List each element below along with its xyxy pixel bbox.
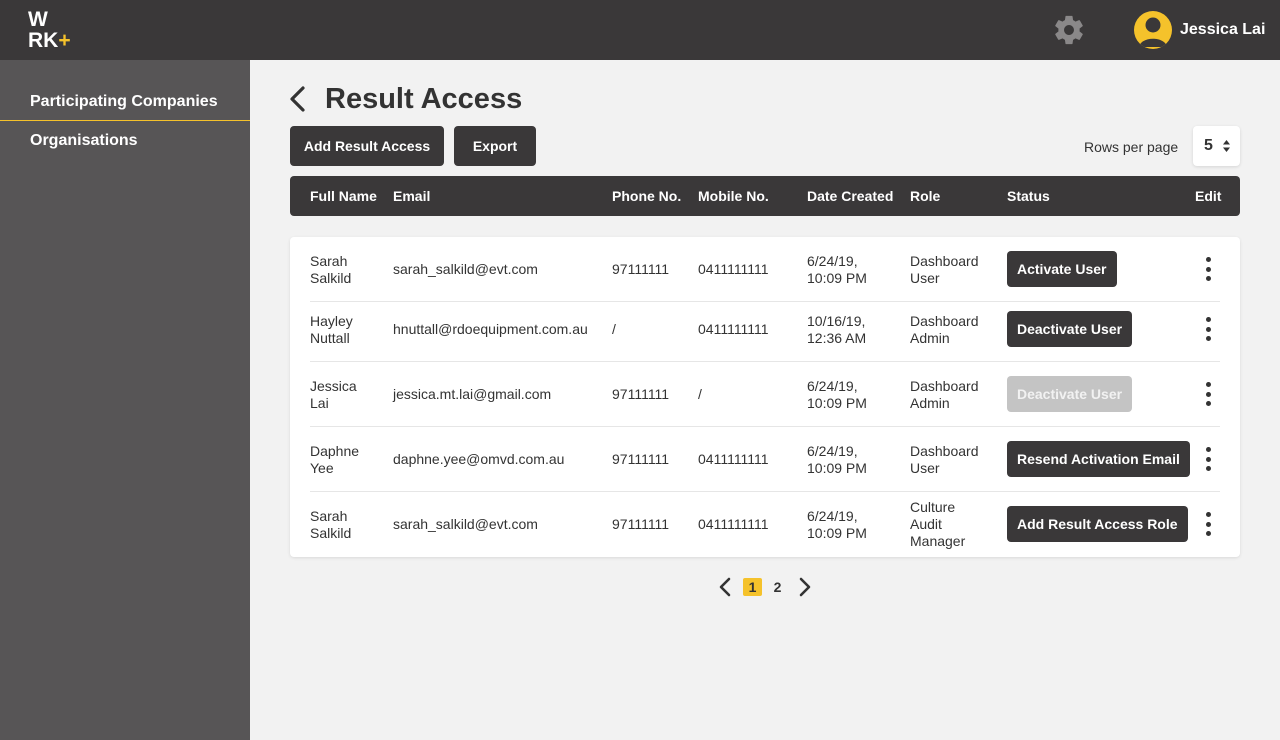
column-header-edit: Edit bbox=[1195, 188, 1222, 204]
logo-text-line1: W bbox=[28, 8, 48, 31]
cell-email: daphne.yee@omvd.com.au bbox=[393, 451, 565, 467]
column-header-mobile[interactable]: Mobile No. bbox=[698, 176, 769, 216]
rows-per-page-value: 5 bbox=[1204, 137, 1213, 154]
rows-per-page-label: Rows per page bbox=[1084, 139, 1179, 155]
more-options-icon[interactable] bbox=[1198, 254, 1218, 284]
cell-full-name: Daphne Yee bbox=[310, 442, 360, 476]
logo-text-line2: RK+ bbox=[28, 30, 71, 51]
cell-phone: / bbox=[612, 321, 616, 337]
table-header: Full Name Email Phone No. Mobile No. Dat… bbox=[290, 176, 1240, 216]
column-header-full-name[interactable]: Full Name bbox=[310, 176, 377, 216]
more-options-icon[interactable] bbox=[1198, 509, 1218, 539]
rows-per-page-select[interactable]: 5 bbox=[1193, 126, 1240, 166]
column-header-status[interactable]: Status bbox=[1007, 176, 1050, 216]
more-options-icon[interactable] bbox=[1198, 314, 1218, 344]
table-row: Sarah Salkild sarah_salkild@evt.com 97111… bbox=[290, 237, 1240, 302]
sidebar-item-label: Participating Companies bbox=[30, 93, 218, 110]
sidebar-item-participating-companies[interactable]: Participating Companies bbox=[0, 82, 250, 122]
cell-full-name: Sarah Salkild bbox=[310, 507, 352, 541]
deactivate-user-button[interactable]: Deactivate User bbox=[1007, 311, 1133, 347]
cell-email: sarah_salkild@evt.com bbox=[393, 516, 538, 532]
cell-phone: 97111111 bbox=[612, 261, 670, 277]
user-name: Jessica Lai bbox=[1180, 21, 1266, 38]
logo-text-rk: RK bbox=[28, 29, 59, 52]
add-result-access-role-button[interactable]: Add Result Access Role bbox=[1007, 506, 1188, 542]
cell-mobile: 0411111111 bbox=[698, 451, 769, 467]
page-title: Result Access bbox=[325, 83, 523, 115]
table-row: Jessica Lai jessica.mt.lai@gmail.com 9711… bbox=[290, 362, 1240, 427]
cell-mobile: 0411111111 bbox=[698, 516, 769, 532]
more-options-icon[interactable] bbox=[1198, 444, 1218, 474]
cell-mobile: / bbox=[698, 386, 702, 402]
activate-user-button[interactable]: Activate User bbox=[1007, 251, 1117, 287]
export-button[interactable]: Export bbox=[454, 126, 536, 166]
cell-email: sarah_salkild@evt.com bbox=[393, 261, 538, 277]
cell-date-created: 6/24/19, 10:09 PM bbox=[807, 377, 867, 411]
cell-role: Culture Audit Manager bbox=[910, 499, 966, 549]
chevron-left-icon[interactable] bbox=[716, 576, 734, 598]
table-row: Hayley Nuttall hnuttall@rdoequipment.com.… bbox=[290, 297, 1240, 362]
table-row: Sarah Salkild sarah_salkild@evt.com 97111… bbox=[290, 492, 1240, 557]
resend-activation-email-button[interactable]: Resend Activation Email bbox=[1007, 441, 1190, 477]
cell-date-created: 6/24/19, 10:09 PM bbox=[807, 252, 867, 286]
wrk-logo[interactable]: W RK+ bbox=[28, 9, 78, 51]
more-options-icon[interactable] bbox=[1198, 379, 1218, 409]
table-body: Sarah Salkild sarah_salkild@evt.com 97111… bbox=[290, 237, 1240, 557]
cell-mobile: 0411111111 bbox=[698, 321, 769, 337]
table-row: Daphne Yee daphne.yee@omvd.com.au 9711111… bbox=[290, 427, 1240, 492]
user-menu[interactable]: Jessica Lai bbox=[1134, 11, 1265, 49]
cell-phone: 97111111 bbox=[612, 386, 670, 402]
user-avatar-icon bbox=[1134, 11, 1172, 49]
cell-date-created: 10/16/19, 12:36 AM bbox=[807, 312, 867, 346]
sidebar-item-label: Organisations bbox=[30, 132, 138, 149]
cell-phone: 97111111 bbox=[612, 516, 670, 532]
column-header-role[interactable]: Role bbox=[910, 176, 940, 216]
cell-role: Dashboard User bbox=[910, 252, 979, 286]
chevron-right-icon[interactable] bbox=[796, 576, 814, 598]
chevron-left-icon[interactable] bbox=[286, 84, 310, 114]
add-result-access-button[interactable]: Add Result Access bbox=[290, 126, 444, 166]
select-arrows-icon bbox=[1223, 140, 1230, 152]
cell-mobile: 0411111111 bbox=[698, 261, 769, 277]
column-header-email[interactable]: Email bbox=[393, 176, 430, 216]
cell-full-name: Jessica Lai bbox=[310, 377, 357, 411]
logo-plus: + bbox=[58, 29, 71, 52]
cell-email: hnuttall@rdoequipment.com.au bbox=[393, 321, 588, 337]
sidebar-item-organisations[interactable]: Organisations bbox=[0, 121, 250, 161]
page-1-button[interactable]: 1 bbox=[743, 578, 762, 596]
gear-icon[interactable] bbox=[1052, 13, 1086, 47]
column-header-date-created[interactable]: Date Created bbox=[807, 176, 893, 216]
cell-email: jessica.mt.lai@gmail.com bbox=[393, 386, 552, 402]
column-header-phone[interactable]: Phone No. bbox=[612, 176, 681, 216]
cell-date-created: 6/24/19, 10:09 PM bbox=[807, 507, 867, 541]
cell-role: Dashboard User bbox=[910, 442, 979, 476]
sidebar: Participating Companies Organisations bbox=[0, 60, 250, 740]
cell-date-created: 6/24/19, 10:09 PM bbox=[807, 442, 867, 476]
deactivate-user-button-disabled: Deactivate User bbox=[1007, 376, 1133, 412]
top-bar: W RK+ Jessica Lai bbox=[0, 0, 1280, 60]
cell-role: Dashboard Admin bbox=[910, 312, 979, 346]
cell-full-name: Hayley Nuttall bbox=[310, 312, 353, 346]
cell-role: Dashboard Admin bbox=[910, 377, 979, 411]
cell-full-name: Sarah Salkild bbox=[310, 252, 352, 286]
page-2-button[interactable]: 2 bbox=[768, 578, 787, 596]
cell-phone: 97111111 bbox=[612, 451, 670, 467]
